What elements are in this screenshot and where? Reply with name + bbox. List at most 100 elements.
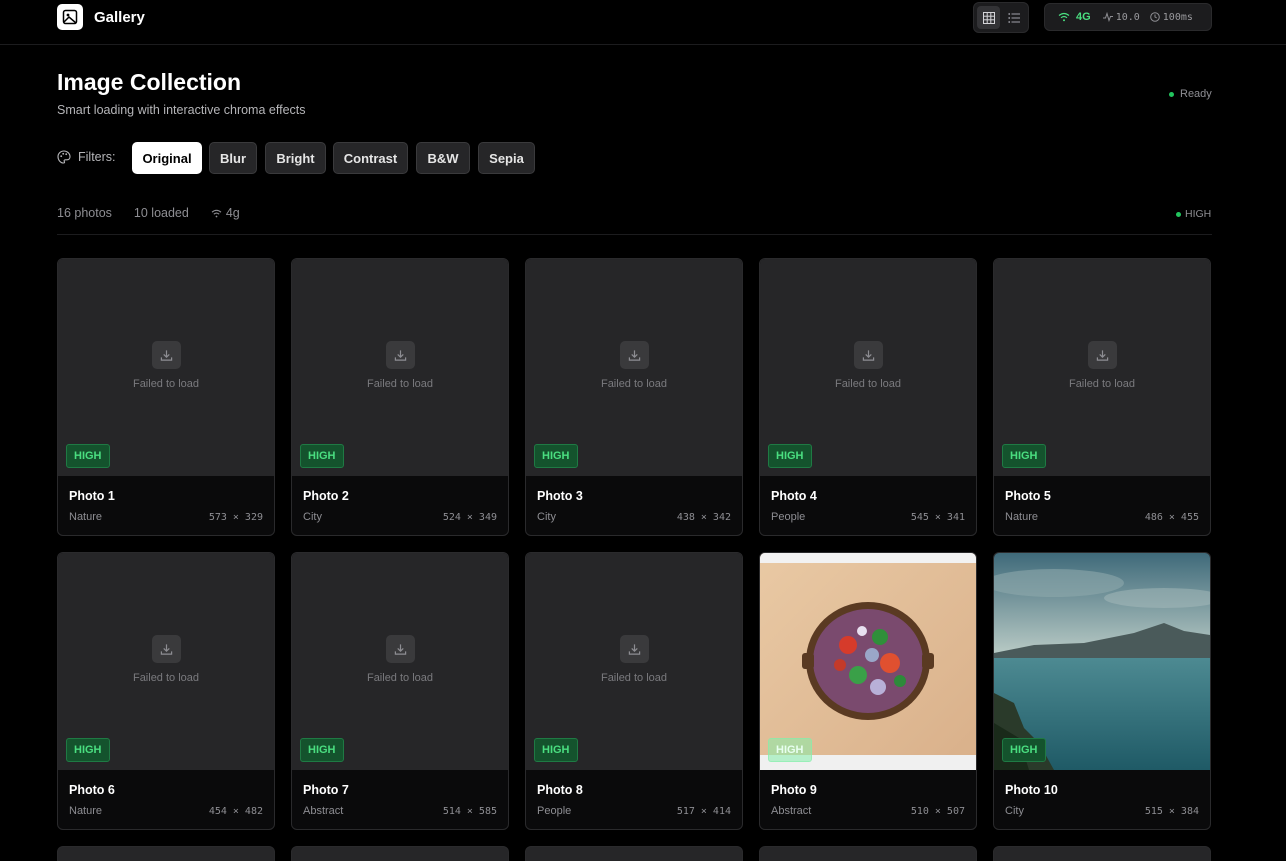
- quality-badge: HIGH: [66, 738, 110, 762]
- photo-dimensions: 454 × 482: [208, 806, 263, 817]
- page-title: Image Collection: [57, 69, 242, 95]
- photo-card-peek[interactable]: [291, 846, 509, 861]
- photo-dimensions: 515 × 384: [1144, 806, 1199, 817]
- activity-icon: [1102, 12, 1113, 22]
- photo-card[interactable]: Failed to load HIGH Photo 3 City 438 × 342: [525, 258, 743, 536]
- filter-original-button[interactable]: Original: [132, 142, 202, 174]
- filter-bw-button[interactable]: B&W: [416, 142, 470, 174]
- photo-card[interactable]: Failed to load HIGH Photo 7 Abstract 514 × 5…: [291, 552, 509, 830]
- photo-title: Photo 2: [303, 489, 349, 503]
- photo-card-peek[interactable]: [759, 846, 977, 861]
- filter-bright-button[interactable]: Bright: [265, 142, 326, 174]
- photo-title: Photo 7: [303, 783, 349, 797]
- download-icon[interactable]: [385, 341, 415, 369]
- photo-title: Photo 8: [537, 783, 583, 797]
- photo-title: Photo 10: [1005, 783, 1058, 797]
- quality-dot-icon: [1176, 211, 1181, 217]
- photo-title: Photo 9: [771, 783, 817, 797]
- quality-badge: HIGH: [1002, 738, 1046, 762]
- page-subtitle: Smart loading with interactive chroma ef…: [57, 103, 306, 117]
- grid-icon: [982, 11, 995, 24]
- failed-to-load-text: Failed to load: [834, 378, 902, 390]
- photo-card[interactable]: Failed to load HIGH Photo 2 City 524 × 349: [291, 258, 509, 536]
- photo-card[interactable]: Failed to load HIGH Photo 4 People 545 × 341: [759, 258, 977, 536]
- photo-category: Nature: [69, 511, 103, 523]
- failed-to-load-text: Failed to load: [132, 672, 200, 684]
- filter-contrast-button[interactable]: Contrast: [333, 142, 408, 174]
- quality-badge: HIGH: [300, 738, 344, 762]
- photo-dimensions: 517 × 414: [676, 806, 731, 817]
- photo-title: Photo 3: [537, 489, 583, 503]
- failed-to-load-text: Failed to load: [600, 672, 668, 684]
- photo-card-peek[interactable]: [993, 846, 1211, 861]
- quality-badge: HIGH: [534, 738, 578, 762]
- photo-dimensions: 573 × 329: [208, 512, 263, 523]
- failed-to-load-text: Failed to load: [366, 672, 434, 684]
- photo-card[interactable]: Failed to load HIGH Photo 8 People 517 × 414: [525, 552, 743, 830]
- quality-badge: HIGH: [300, 444, 344, 468]
- download-icon[interactable]: [1087, 341, 1117, 369]
- photo-card[interactable]: Failed to load HIGH Photo 1 Nature 573 × 329: [57, 258, 275, 536]
- photo-category: Abstract: [303, 805, 344, 817]
- grid-view-button[interactable]: [977, 6, 1000, 29]
- photo-card-peek[interactable]: [525, 846, 743, 861]
- ready-status: Ready: [1169, 88, 1212, 100]
- gallery-logo-icon[interactable]: [57, 4, 83, 30]
- photo-card[interactable]: HIGH Photo 10 City 515 × 384: [993, 552, 1211, 830]
- photo-card[interactable]: HIGH Photo 9 Abstract 510 × 507: [759, 552, 977, 830]
- download-icon[interactable]: [853, 341, 883, 369]
- network-type: 4G: [1076, 11, 1091, 23]
- photo-count: 16 photos: [57, 206, 112, 220]
- palette-icon: [57, 150, 71, 164]
- photo-card[interactable]: Failed to load HIGH Photo 5 Nature 486 × 455: [993, 258, 1211, 536]
- photo-title: Photo 4: [771, 489, 817, 503]
- divider: [57, 234, 1212, 235]
- wifi-icon: [1058, 12, 1070, 22]
- photo-dimensions: 486 × 455: [1144, 512, 1199, 523]
- filter-sepia-button[interactable]: Sepia: [478, 142, 535, 174]
- stats-bar: 16 photos 10 loaded 4g: [57, 206, 262, 220]
- photo-category: Abstract: [771, 805, 812, 817]
- connection-stat: 4g: [211, 206, 240, 220]
- download-icon[interactable]: [151, 341, 181, 369]
- photo-category: Nature: [69, 805, 103, 817]
- photo-dimensions: 545 × 341: [910, 512, 965, 523]
- quality-badge: HIGH: [1002, 444, 1046, 468]
- list-view-button[interactable]: [1002, 6, 1025, 29]
- network-latency: 100ms: [1149, 12, 1193, 23]
- quality-badge: HIGH: [768, 444, 812, 468]
- filter-blur-button[interactable]: Blur: [209, 142, 257, 174]
- photo-dimensions: 438 × 342: [676, 512, 731, 523]
- view-toggle: [973, 2, 1029, 33]
- photo-dimensions: 510 × 507: [910, 806, 965, 817]
- failed-to-load-text: Failed to load: [366, 378, 434, 390]
- download-icon[interactable]: [385, 635, 415, 663]
- photo-category: City: [303, 511, 322, 523]
- photo-title: Photo 5: [1005, 489, 1051, 503]
- photo-category: City: [537, 511, 556, 523]
- photo-dimensions: 524 × 349: [442, 512, 497, 523]
- filters-label: Filters:: [57, 150, 116, 164]
- photo-category: People: [771, 511, 806, 523]
- photo-title: Photo 1: [69, 489, 115, 503]
- download-icon[interactable]: [619, 635, 649, 663]
- photo-card[interactable]: Failed to load HIGH Photo 6 Nature 454 × 482: [57, 552, 275, 830]
- photo-dimensions: 514 × 585: [442, 806, 497, 817]
- quality-badge: HIGH: [534, 444, 578, 468]
- photo-category: City: [1005, 805, 1024, 817]
- network-speed: 10.0: [1102, 12, 1140, 23]
- status-dot-icon: [1169, 91, 1174, 97]
- failed-to-load-text: Failed to load: [600, 378, 668, 390]
- photo-category: People: [537, 805, 572, 817]
- loaded-count: 10 loaded: [133, 206, 189, 220]
- photo-title: Photo 6: [69, 783, 115, 797]
- download-icon[interactable]: [151, 635, 181, 663]
- quality-indicator: HIGH: [1176, 208, 1211, 220]
- photo-category: Nature: [1005, 511, 1039, 523]
- list-icon: [1007, 12, 1020, 23]
- failed-to-load-text: Failed to load: [1068, 378, 1136, 390]
- photo-card-peek[interactable]: [57, 846, 275, 861]
- clock-icon: [1149, 12, 1160, 22]
- quality-badge: HIGH: [66, 444, 110, 468]
- download-icon[interactable]: [619, 341, 649, 369]
